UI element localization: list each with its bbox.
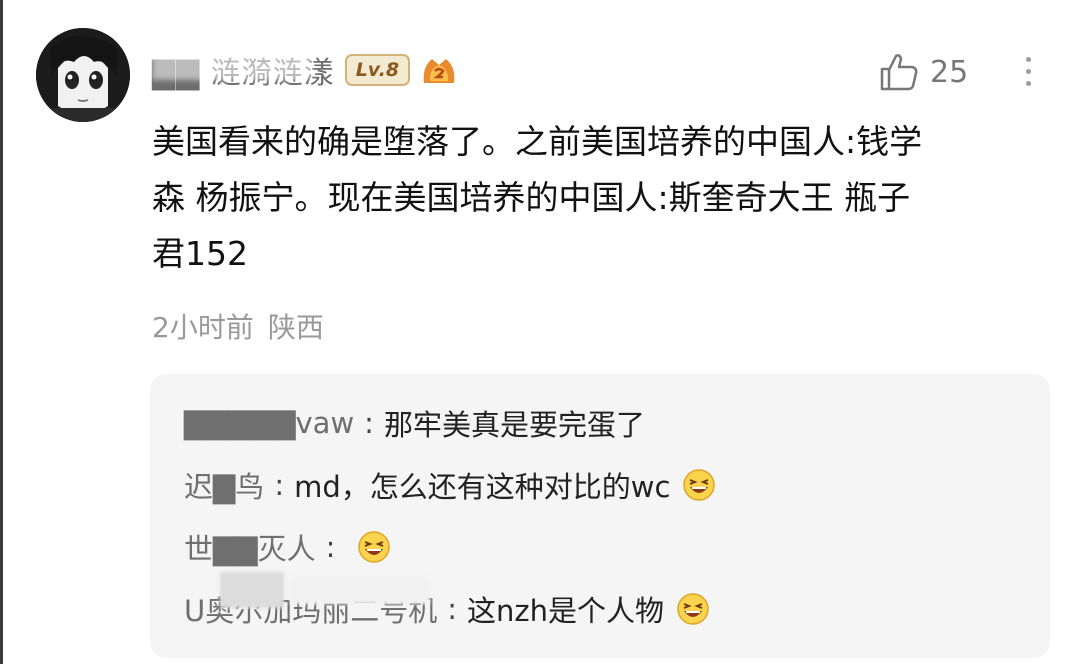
redaction-block — [220, 572, 284, 608]
reply-preview-box[interactable]: ▇▇▇▇▇vaw : 那牢美真是要完蛋了 迟▇鸟 : md，怎么还有这种对比的w… — [150, 374, 1050, 658]
username[interactable]: ▇▇ 涟漪涟漾 — [152, 48, 335, 92]
like-button[interactable]: 25 — [878, 52, 968, 92]
grinning-squint-emoji — [683, 469, 716, 501]
reply-text: 那牢美真是要完蛋了 — [383, 408, 645, 442]
reply-item[interactable]: 世▇▇灭人 : — [184, 526, 391, 568]
reply-author[interactable]: 迟▇鸟 — [184, 464, 264, 506]
reply-item[interactable]: ▇▇▇▇▇vaw : 那牢美真是要完蛋了 — [184, 402, 645, 444]
thumbs-up-icon — [880, 54, 918, 91]
reply-text: md，怎么还有这种对比的wc — [294, 470, 671, 504]
more-options-icon[interactable] — [1016, 52, 1040, 96]
location: 陕西 — [267, 311, 324, 344]
redaction-block — [290, 576, 430, 604]
level-badge: Lv.8 — [344, 54, 411, 86]
avatar-anime-icon — [36, 28, 130, 122]
window-edge — [0, 0, 3, 664]
medal-icon — [423, 59, 455, 83]
reply-text: 这nzh是个人物 — [467, 594, 664, 628]
like-count: 25 — [930, 54, 969, 90]
reply-author[interactable]: ▇▇▇▇▇vaw — [184, 406, 354, 440]
grinning-squint-emoji — [677, 593, 709, 625]
reply-author[interactable]: 世▇▇灭人 — [184, 526, 316, 568]
comment-meta: 2小时前 陕西 — [152, 306, 324, 346]
timestamp: 2小时前 — [152, 311, 254, 344]
comment-header: ▇▇ 涟漪涟漾 Lv.8 — [152, 48, 458, 92]
grinning-squint-emoji — [358, 531, 391, 563]
comment-line: 美国看来的确是堕落了。之前美国培养的中国人:钱学 — [152, 122, 923, 161]
comment-line: 君152 — [152, 234, 248, 273]
comment-line: 森 杨振宁。现在美国培养的中国人:斯奎奇大王 瓶子 — [152, 178, 911, 217]
avatar[interactable] — [36, 28, 130, 122]
comment-text: 美国看来的确是堕落了。之前美国培养的中国人:钱学 森 杨振宁。现在美国培养的中国… — [152, 114, 1064, 282]
reply-item[interactable]: 迟▇鸟 : md，怎么还有这种对比的wc — [184, 464, 716, 506]
